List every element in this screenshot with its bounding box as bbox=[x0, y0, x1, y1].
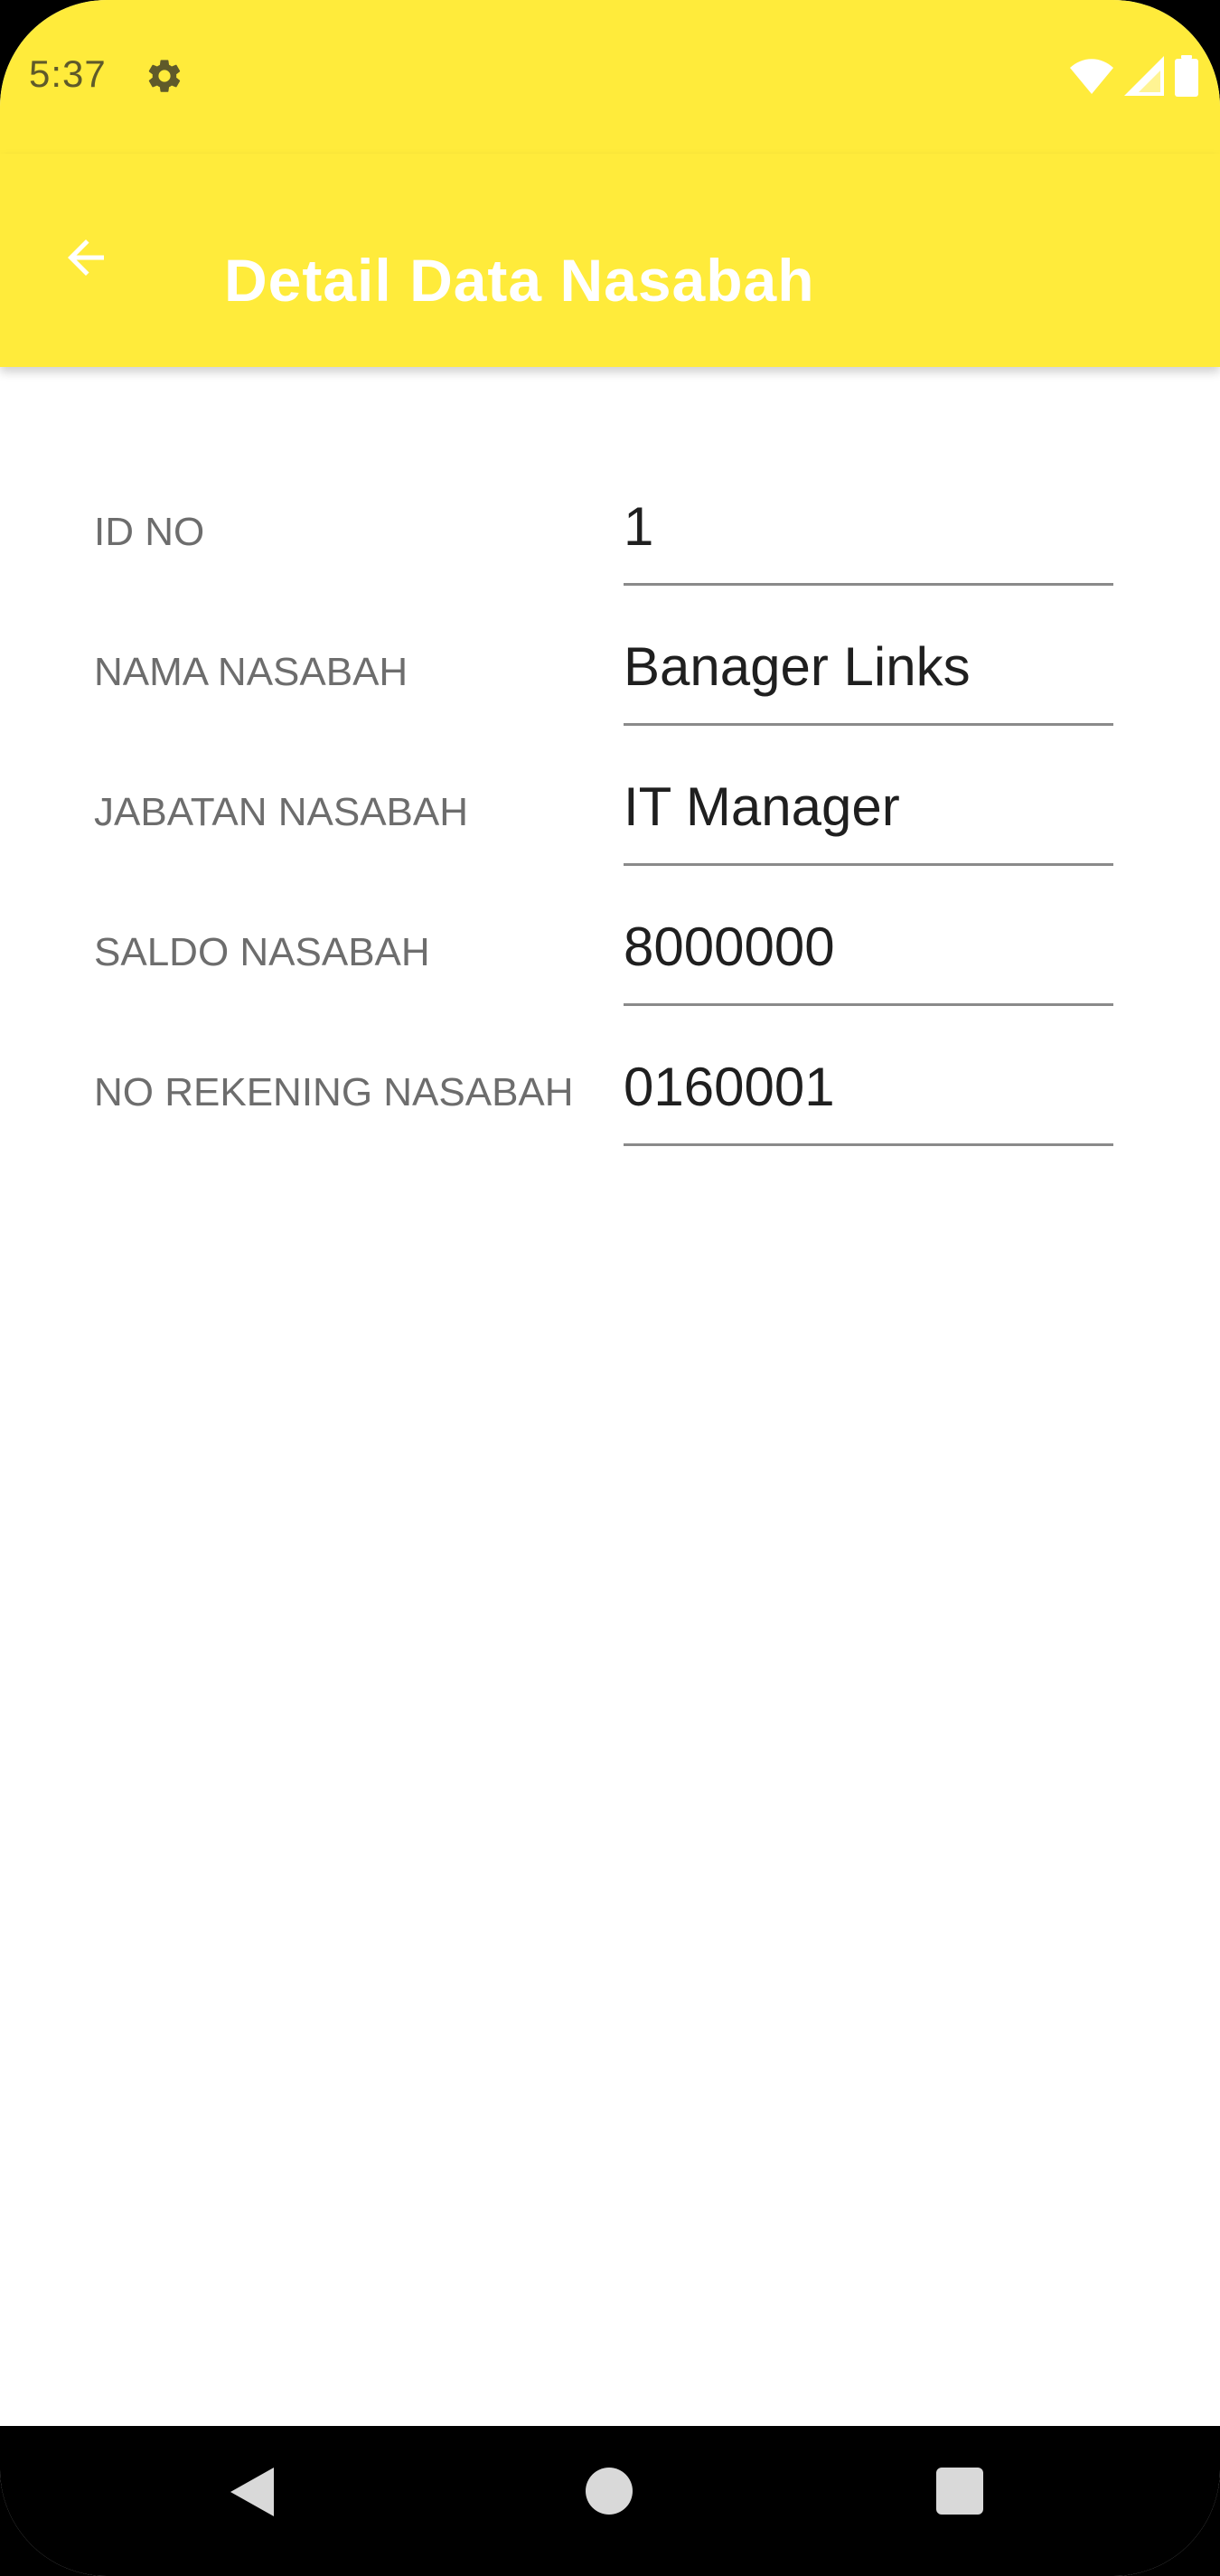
id-no-input[interactable] bbox=[624, 486, 1113, 586]
id-no-label: ID NO bbox=[94, 510, 205, 554]
back-button[interactable] bbox=[45, 217, 127, 298]
status-icons bbox=[1070, 54, 1198, 98]
arrow-back-icon bbox=[68, 240, 104, 276]
field-row-nama-nasabah: NAMA NASABAH bbox=[0, 617, 1220, 726]
jabatan-nasabah-label: JABATAN NASABAH bbox=[94, 790, 469, 834]
nav-back-icon[interactable] bbox=[230, 2468, 274, 2516]
nav-home-icon[interactable] bbox=[586, 2468, 633, 2515]
cellular-signal-icon bbox=[1124, 56, 1164, 96]
saldo-nasabah-input[interactable] bbox=[624, 907, 1113, 1006]
nama-nasabah-label: NAMA NASABAH bbox=[94, 650, 408, 694]
no-rekening-nasabah-label: NO REKENING NASABAH bbox=[94, 1070, 574, 1114]
app-bar: Detail Data Nasabah bbox=[0, 154, 1220, 367]
page-title: Detail Data Nasabah bbox=[224, 247, 815, 314]
jabatan-nasabah-input[interactable] bbox=[624, 766, 1113, 866]
field-row-no-rekening-nasabah: NO REKENING NASABAH bbox=[0, 1038, 1220, 1146]
saldo-nasabah-label: SALDO NASABAH bbox=[94, 930, 430, 974]
status-time: 5:37 bbox=[29, 52, 107, 95]
no-rekening-nasabah-input[interactable] bbox=[624, 1047, 1113, 1146]
field-row-id-no: ID NO bbox=[0, 477, 1220, 586]
settings-gear-icon bbox=[148, 60, 181, 92]
field-row-saldo-nasabah: SALDO NASABAH bbox=[0, 898, 1220, 1006]
field-row-jabatan-nasabah: JABATAN NASABAH bbox=[0, 757, 1220, 866]
nav-recents-icon[interactable] bbox=[936, 2468, 983, 2515]
wifi-icon bbox=[1070, 59, 1113, 94]
nama-nasabah-input[interactable] bbox=[624, 626, 1113, 726]
phone-screen: 5:37 Detail Data Nasabah ID NO 1 NAMA NA… bbox=[0, 0, 1220, 2576]
system-nav-bar bbox=[0, 2426, 1220, 2576]
status-bar: 5:37 bbox=[0, 0, 1220, 154]
battery-icon bbox=[1175, 55, 1198, 97]
